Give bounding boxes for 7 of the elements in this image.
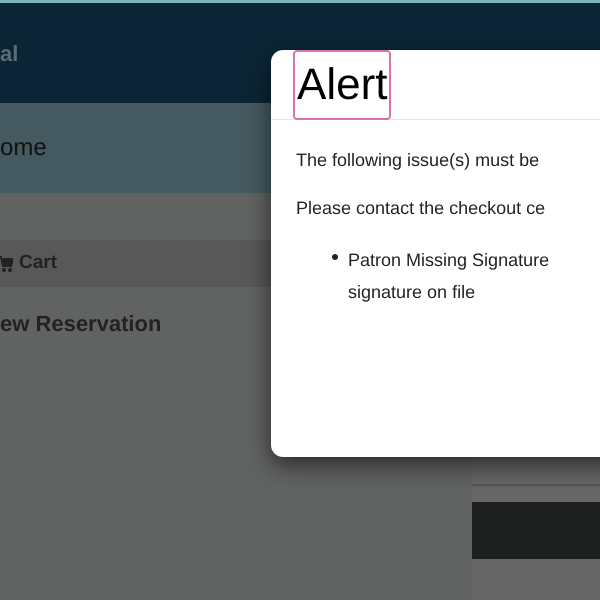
bullet-icon <box>332 254 338 260</box>
dialog-title: Alert <box>293 50 392 120</box>
dialog-message: The following issue(s) must be <box>296 149 540 172</box>
section-title: ew Reservation <box>0 310 162 338</box>
app-title: al <box>0 40 18 68</box>
dialog-message: Please contact the checkout ce <box>296 197 546 220</box>
cart-icon <box>0 254 13 272</box>
